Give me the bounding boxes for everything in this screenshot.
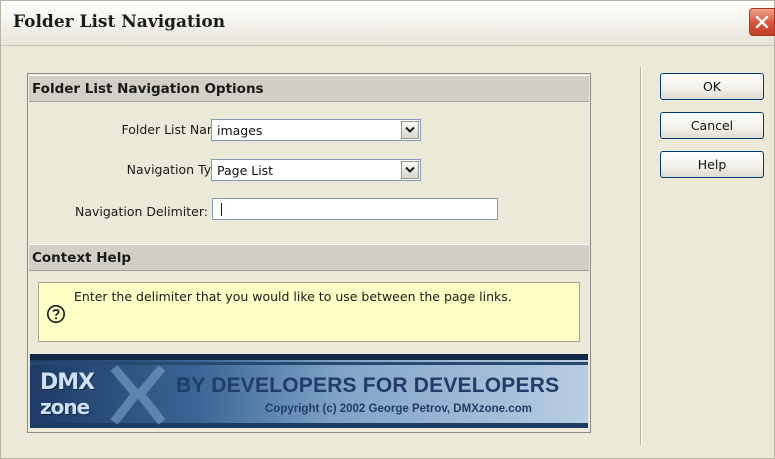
text-caret [221,203,222,216]
navigation-type-value: Page List [217,163,274,178]
folder-list-dropdown-button[interactable] [401,121,419,139]
navigation-delimiter-input[interactable] [212,198,498,220]
help-button[interactable]: Help [660,151,764,178]
chevron-down-icon [405,126,415,133]
context-help-box: Enter the delimiter that you would like … [38,282,580,342]
ok-button[interactable]: OK [660,73,764,100]
cancel-button[interactable]: Cancel [660,112,764,139]
window-title: Folder List Navigation [13,12,226,32]
navigation-delimiter-label: Navigation Delimiter: [74,204,208,219]
navigation-type-dropdown-button[interactable] [401,161,419,179]
folder-list-name-select[interactable]: images [211,119,421,141]
dialog-window: Folder List Navigation Folder List Navig… [0,0,775,459]
logo-text-dmx: DMX [40,370,95,395]
banner-stripe-top [30,354,588,360]
navigation-type-select[interactable]: Page List [211,159,421,181]
context-help-header: Context Help [29,244,589,271]
dmxzone-banner: DMX zone BY DEVELOPERS FOR DEVELOPERS Co… [30,354,588,428]
banner-slogan: BY DEVELOPERS FOR DEVELOPERS [176,374,560,397]
logo-x-mark [110,365,166,425]
options-section-header: Folder List Navigation Options [29,75,589,102]
navigation-type-label: Navigation Type: [126,162,231,177]
chevron-down-icon [405,166,415,173]
close-button[interactable] [749,8,775,36]
options-panel: Folder List Navigation Options Folder Li… [27,73,591,433]
dmxzone-logo: DMX zone [40,365,166,425]
folder-list-name-label: Folder List Name: [121,122,231,137]
title-bar[interactable]: Folder List Navigation [1,1,775,46]
logo-text-zone: zone [40,395,90,419]
question-icon [47,305,65,323]
banner-copyright: Copyright (c) 2002 George Petrov, DMXzon… [265,403,532,415]
vertical-separator [640,67,642,445]
context-help-text: Enter the delimiter that you would like … [74,289,512,304]
close-icon [755,15,769,29]
folder-list-name-value: images [217,123,263,138]
